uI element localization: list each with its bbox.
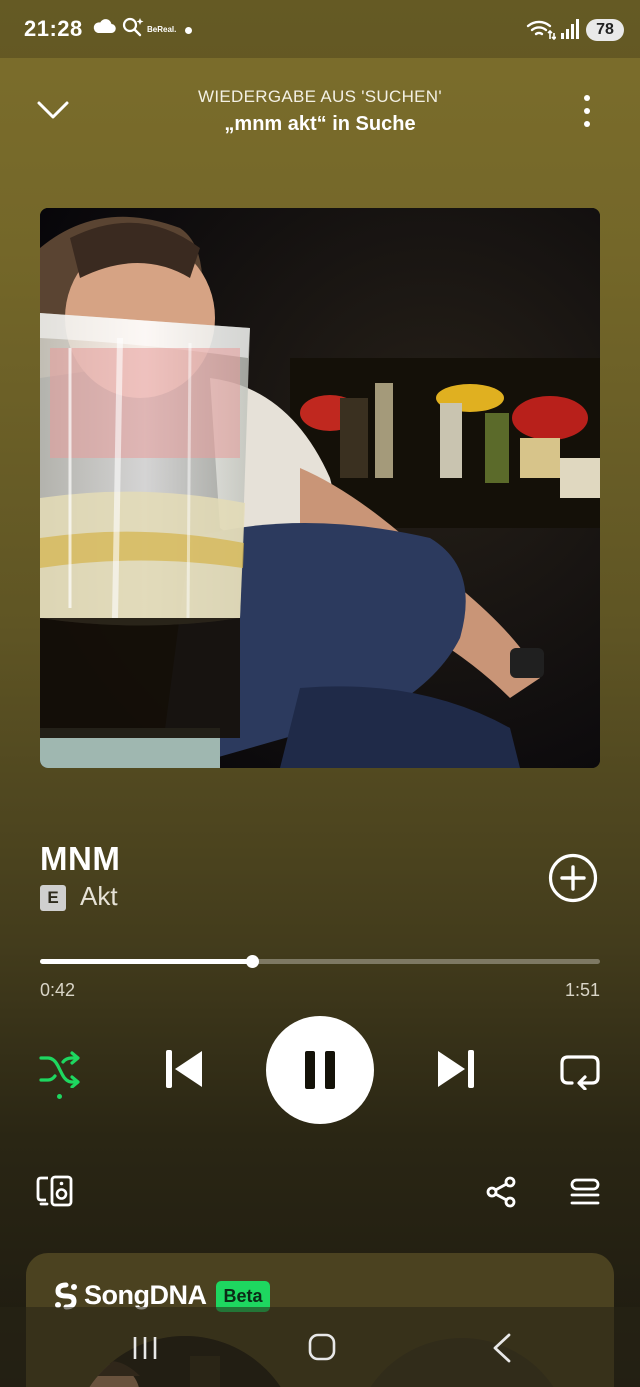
progress-handle[interactable] <box>246 955 259 968</box>
playing-source[interactable]: „mnm akt“ in Suche <box>120 113 520 136</box>
notification-dot <box>185 27 192 34</box>
status-time: 21:28 <box>24 16 83 41</box>
bereal-label: BeReal. <box>147 25 177 34</box>
album-artwork <box>40 208 600 768</box>
track-title[interactable]: MNM <box>40 840 120 878</box>
skip-next-icon[interactable] <box>436 1048 476 1095</box>
shuffle-active-indicator <box>57 1094 62 1099</box>
total-time: 1:51 <box>564 980 600 1000</box>
search-sparkle-icon <box>122 16 146 43</box>
recent-apps-icon[interactable] <box>131 1335 159 1366</box>
home-icon[interactable] <box>308 1333 336 1366</box>
pause-icon <box>305 1051 335 1089</box>
playing-from-label: WIEDERGABE AUS 'SUCHEN' <box>198 87 442 106</box>
pause-button[interactable] <box>266 1016 374 1124</box>
connect-device-icon[interactable] <box>36 1175 74 1212</box>
repeat-icon[interactable] <box>558 1050 602 1095</box>
shuffle-icon[interactable] <box>38 1050 82 1093</box>
elapsed-time: 0:42 <box>40 980 76 1000</box>
progress-fill <box>40 959 252 964</box>
explicit-badge: E <box>40 885 66 911</box>
cloud-icon <box>92 18 116 39</box>
share-icon[interactable] <box>486 1176 518 1213</box>
battery-indicator: 78 <box>586 19 624 41</box>
artist-name[interactable]: Akt <box>80 881 118 912</box>
signal-icon <box>560 18 580 45</box>
chevron-down-icon[interactable] <box>36 98 70 127</box>
back-icon[interactable] <box>490 1333 514 1368</box>
skip-previous-icon[interactable] <box>164 1048 204 1095</box>
more-vertical-icon[interactable] <box>576 94 598 133</box>
queue-icon[interactable] <box>570 1178 600 1211</box>
wifi-icon <box>526 18 557 45</box>
add-circle-icon[interactable] <box>548 853 598 908</box>
